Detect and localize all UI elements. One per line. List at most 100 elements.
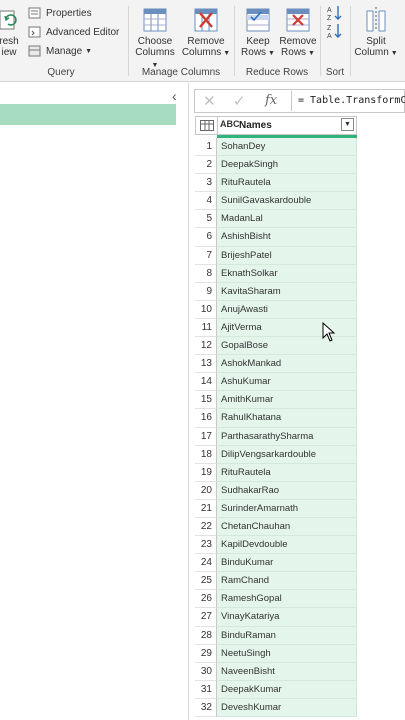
row-number[interactable]: 4 [195,192,217,211]
name-cell[interactable]: RamChand [217,572,357,591]
filter-dropdown-icon[interactable]: ▼ [341,118,354,131]
table-row[interactable]: 32 DeveshKumar [195,698,357,717]
table-row[interactable]: 22 ChetanChauhan [195,517,357,537]
table-row[interactable]: 7 BrijeshPatel [195,246,357,265]
confirm-icon[interactable]: ✓ [233,92,246,110]
table-row[interactable]: 14 AshuKumar [195,373,357,392]
name-cell[interactable]: ParthasarathySharma [217,427,357,446]
table-row[interactable]: 15 AmithKumar [195,391,357,410]
name-cell[interactable]: DilipVengsarkardouble [217,445,357,464]
row-number[interactable]: 6 [195,228,217,247]
properties-button[interactable]: Properties [28,5,92,21]
row-number[interactable]: 10 [195,300,217,319]
fx-icon[interactable]: fx [265,93,277,108]
name-cell[interactable]: SudhakarRao [217,481,357,500]
name-cell[interactable]: RameshGopal [217,590,357,609]
row-number[interactable]: 12 [195,337,217,356]
name-cell[interactable]: BinduRaman [217,626,357,645]
row-number[interactable]: 18 [195,445,217,464]
row-number[interactable]: 23 [195,536,217,555]
table-row[interactable]: 4 SunilGavaskardouble [195,192,357,211]
name-cell[interactable]: AjitVerma [217,318,357,338]
table-row[interactable]: 27 VinayKatariya [195,608,357,627]
advanced-editor-button[interactable]: Advanced Editor [28,24,119,40]
table-row[interactable]: 29 NeetuSingh [195,644,357,663]
name-cell[interactable]: KavitaSharam [217,282,357,301]
choose-columns-button[interactable]: Choose Columns ▼ [131,2,179,71]
split-column-button[interactable]: Split Column ▼ [353,2,399,59]
name-cell[interactable]: DeveshKumar [217,698,357,717]
table-row[interactable]: 9 KavitaSharam [195,282,357,301]
row-number[interactable]: 17 [195,427,217,446]
table-row[interactable]: 23 KapilDevdouble [195,536,357,555]
remove-rows-button[interactable]: Remove Rows ▼ [277,2,319,59]
row-number[interactable]: 27 [195,608,217,627]
table-row[interactable]: 18 DilipVengsarkardouble [195,445,357,464]
cancel-icon[interactable]: ✕ [203,92,216,110]
name-cell[interactable]: BrijeshPatel [217,246,357,265]
table-row[interactable]: 3 RituRautela [195,174,357,193]
table-row[interactable]: 30 NaveenBisht [195,662,357,681]
row-number[interactable]: 24 [195,554,217,573]
manage-button[interactable]: Manage ▼ [28,43,92,59]
row-number[interactable]: 16 [195,409,217,428]
table-row[interactable]: 26 RameshGopal [195,590,357,609]
name-cell[interactable]: GopalBose [217,337,357,356]
formula-input[interactable]: = Table.TransformColumnTypes( [291,91,405,111]
name-cell[interactable]: AshokMankad [217,355,357,374]
table-row[interactable]: 28 BinduRaman [195,626,357,645]
table-row[interactable]: 8 EknathSolkar [195,264,357,283]
table-row[interactable]: 2 DeepakSingh [195,156,357,175]
row-number[interactable]: 30 [195,662,217,681]
table-row[interactable]: 20 SudhakarRao [195,481,357,500]
name-cell[interactable]: RituRautela [217,463,357,482]
remove-columns-button[interactable]: Remove Columns ▼ [181,2,231,59]
row-number[interactable]: 15 [195,391,217,410]
name-cell[interactable]: DeepakSingh [217,156,357,175]
name-cell[interactable]: RahulKhatana [217,409,357,428]
name-cell[interactable]: VinayKatariya [217,608,357,627]
name-cell[interactable]: SohanDey [217,138,357,157]
sort-descending-button[interactable]: ZA [325,22,345,43]
row-number[interactable]: 11 [195,318,217,338]
selected-query[interactable] [0,104,176,125]
row-number[interactable]: 20 [195,481,217,500]
collapse-pane-icon[interactable]: ‹ [172,88,177,104]
row-number[interactable]: 22 [195,517,217,537]
name-cell[interactable]: NaveenBisht [217,662,357,681]
name-cell[interactable]: AshuKumar [217,373,357,392]
name-cell[interactable]: NeetuSingh [217,644,357,663]
row-number[interactable]: 2 [195,156,217,175]
row-number[interactable]: 7 [195,246,217,265]
row-number[interactable]: 31 [195,680,217,699]
row-number[interactable]: 29 [195,644,217,663]
row-number[interactable]: 21 [195,499,217,518]
table-row[interactable]: 31 DeepakKumar [195,680,357,699]
table-row[interactable]: 17 ParthasarathySharma [195,427,357,446]
table-row[interactable]: 5 MadanLal [195,210,357,229]
name-cell[interactable]: BinduKumar [217,554,357,573]
row-number[interactable]: 1 [195,138,217,157]
name-cell[interactable]: ChetanChauhan [217,517,357,537]
table-row[interactable]: 16 RahulKhatana [195,409,357,428]
text-type-icon[interactable]: ABC [220,119,240,129]
row-number[interactable]: 3 [195,174,217,193]
name-cell[interactable]: AmithKumar [217,391,357,410]
refresh-preview-button[interactable]: resh iew [0,2,24,58]
name-cell[interactable]: MadanLal [217,210,357,229]
table-row[interactable]: 25 RamChand [195,572,357,591]
row-number[interactable]: 5 [195,210,217,229]
name-cell[interactable]: SunilGavaskardouble [217,192,357,211]
table-row[interactable]: 19 RituRautela [195,463,357,482]
table-row[interactable]: 13 AshokMankad [195,355,357,374]
row-number[interactable]: 28 [195,626,217,645]
name-cell[interactable]: RituRautela [217,174,357,193]
name-cell[interactable]: DeepakKumar [217,680,357,699]
row-number[interactable]: 19 [195,463,217,482]
name-cell[interactable]: SurinderAmarnath [217,499,357,518]
row-number[interactable]: 25 [195,572,217,591]
row-number[interactable]: 14 [195,373,217,392]
table-row[interactable]: 24 BinduKumar [195,554,357,573]
table-row[interactable]: 21 SurinderAmarnath [195,499,357,518]
table-row[interactable]: 6 AshishBisht [195,228,357,247]
